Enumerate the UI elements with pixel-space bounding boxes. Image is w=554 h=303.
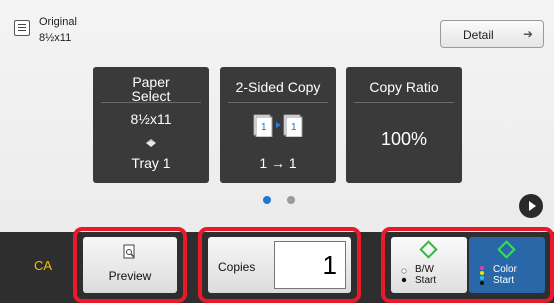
original-icon xyxy=(14,20,30,36)
copy-ratio-tile[interactable]: Copy Ratio 100% xyxy=(346,67,462,183)
page-dot[interactable] xyxy=(263,196,271,204)
bw-indicator-icon xyxy=(401,268,407,284)
preview-label: Preview xyxy=(108,269,152,283)
paper-select-title: Paper Select xyxy=(131,74,171,104)
copies-input[interactable]: 1 xyxy=(274,241,346,289)
duplex-icon: 1 1 xyxy=(250,113,306,138)
paper-tray-icon xyxy=(144,135,158,147)
original-size: 8½x11 xyxy=(39,32,72,44)
two-sided-copy-tile[interactable]: 2-Sided Copy 1 1 1 → 1 xyxy=(220,67,336,183)
page-dot[interactable] xyxy=(287,196,295,204)
copies-label: Copies xyxy=(218,260,256,274)
arrow-right-icon: ➜ xyxy=(522,27,533,41)
svg-text:1: 1 xyxy=(291,122,297,133)
tile-divider xyxy=(228,102,328,103)
start-icon xyxy=(497,240,516,259)
copies-value: 1 xyxy=(322,250,337,280)
copy-screen: Original 8½x11 Detail ➜ Paper Select 8½x… xyxy=(0,0,554,303)
start-icon xyxy=(419,240,438,259)
original-title: Original xyxy=(39,16,77,28)
preview-button[interactable]: Preview xyxy=(83,237,177,293)
detail-button[interactable]: Detail ➜ xyxy=(440,20,544,48)
copies-control: Copies 1 xyxy=(208,237,351,293)
bw-start-label: B/W Start xyxy=(415,264,437,286)
paper-size-value: 8½x11 xyxy=(130,111,172,127)
color-start-label: Color Start xyxy=(493,264,517,286)
preview-icon xyxy=(123,244,136,259)
color-indicator-icon xyxy=(479,265,485,287)
svg-text:1: 1 xyxy=(261,122,267,133)
clear-all-button[interactable]: CA xyxy=(34,258,52,273)
two-sided-copy-value: 1 → 1 xyxy=(259,155,297,171)
copy-ratio-title: Copy Ratio xyxy=(369,79,439,95)
paper-select-tile[interactable]: Paper Select 8½x11 Tray 1 xyxy=(93,67,209,183)
detail-label: Detail xyxy=(463,28,494,42)
two-sided-copy-title: 2-Sided Copy xyxy=(235,79,321,95)
color-start-button[interactable]: Color Start xyxy=(469,237,545,293)
next-page-button[interactable] xyxy=(519,194,543,218)
tile-divider xyxy=(101,102,201,103)
copy-ratio-value: 100% xyxy=(380,129,428,149)
bw-start-button[interactable]: B/W Start xyxy=(391,237,467,293)
header-bar: Original 8½x11 Detail ➜ xyxy=(0,0,554,52)
tile-divider xyxy=(354,102,454,103)
tray-value: Tray 1 xyxy=(131,155,171,171)
